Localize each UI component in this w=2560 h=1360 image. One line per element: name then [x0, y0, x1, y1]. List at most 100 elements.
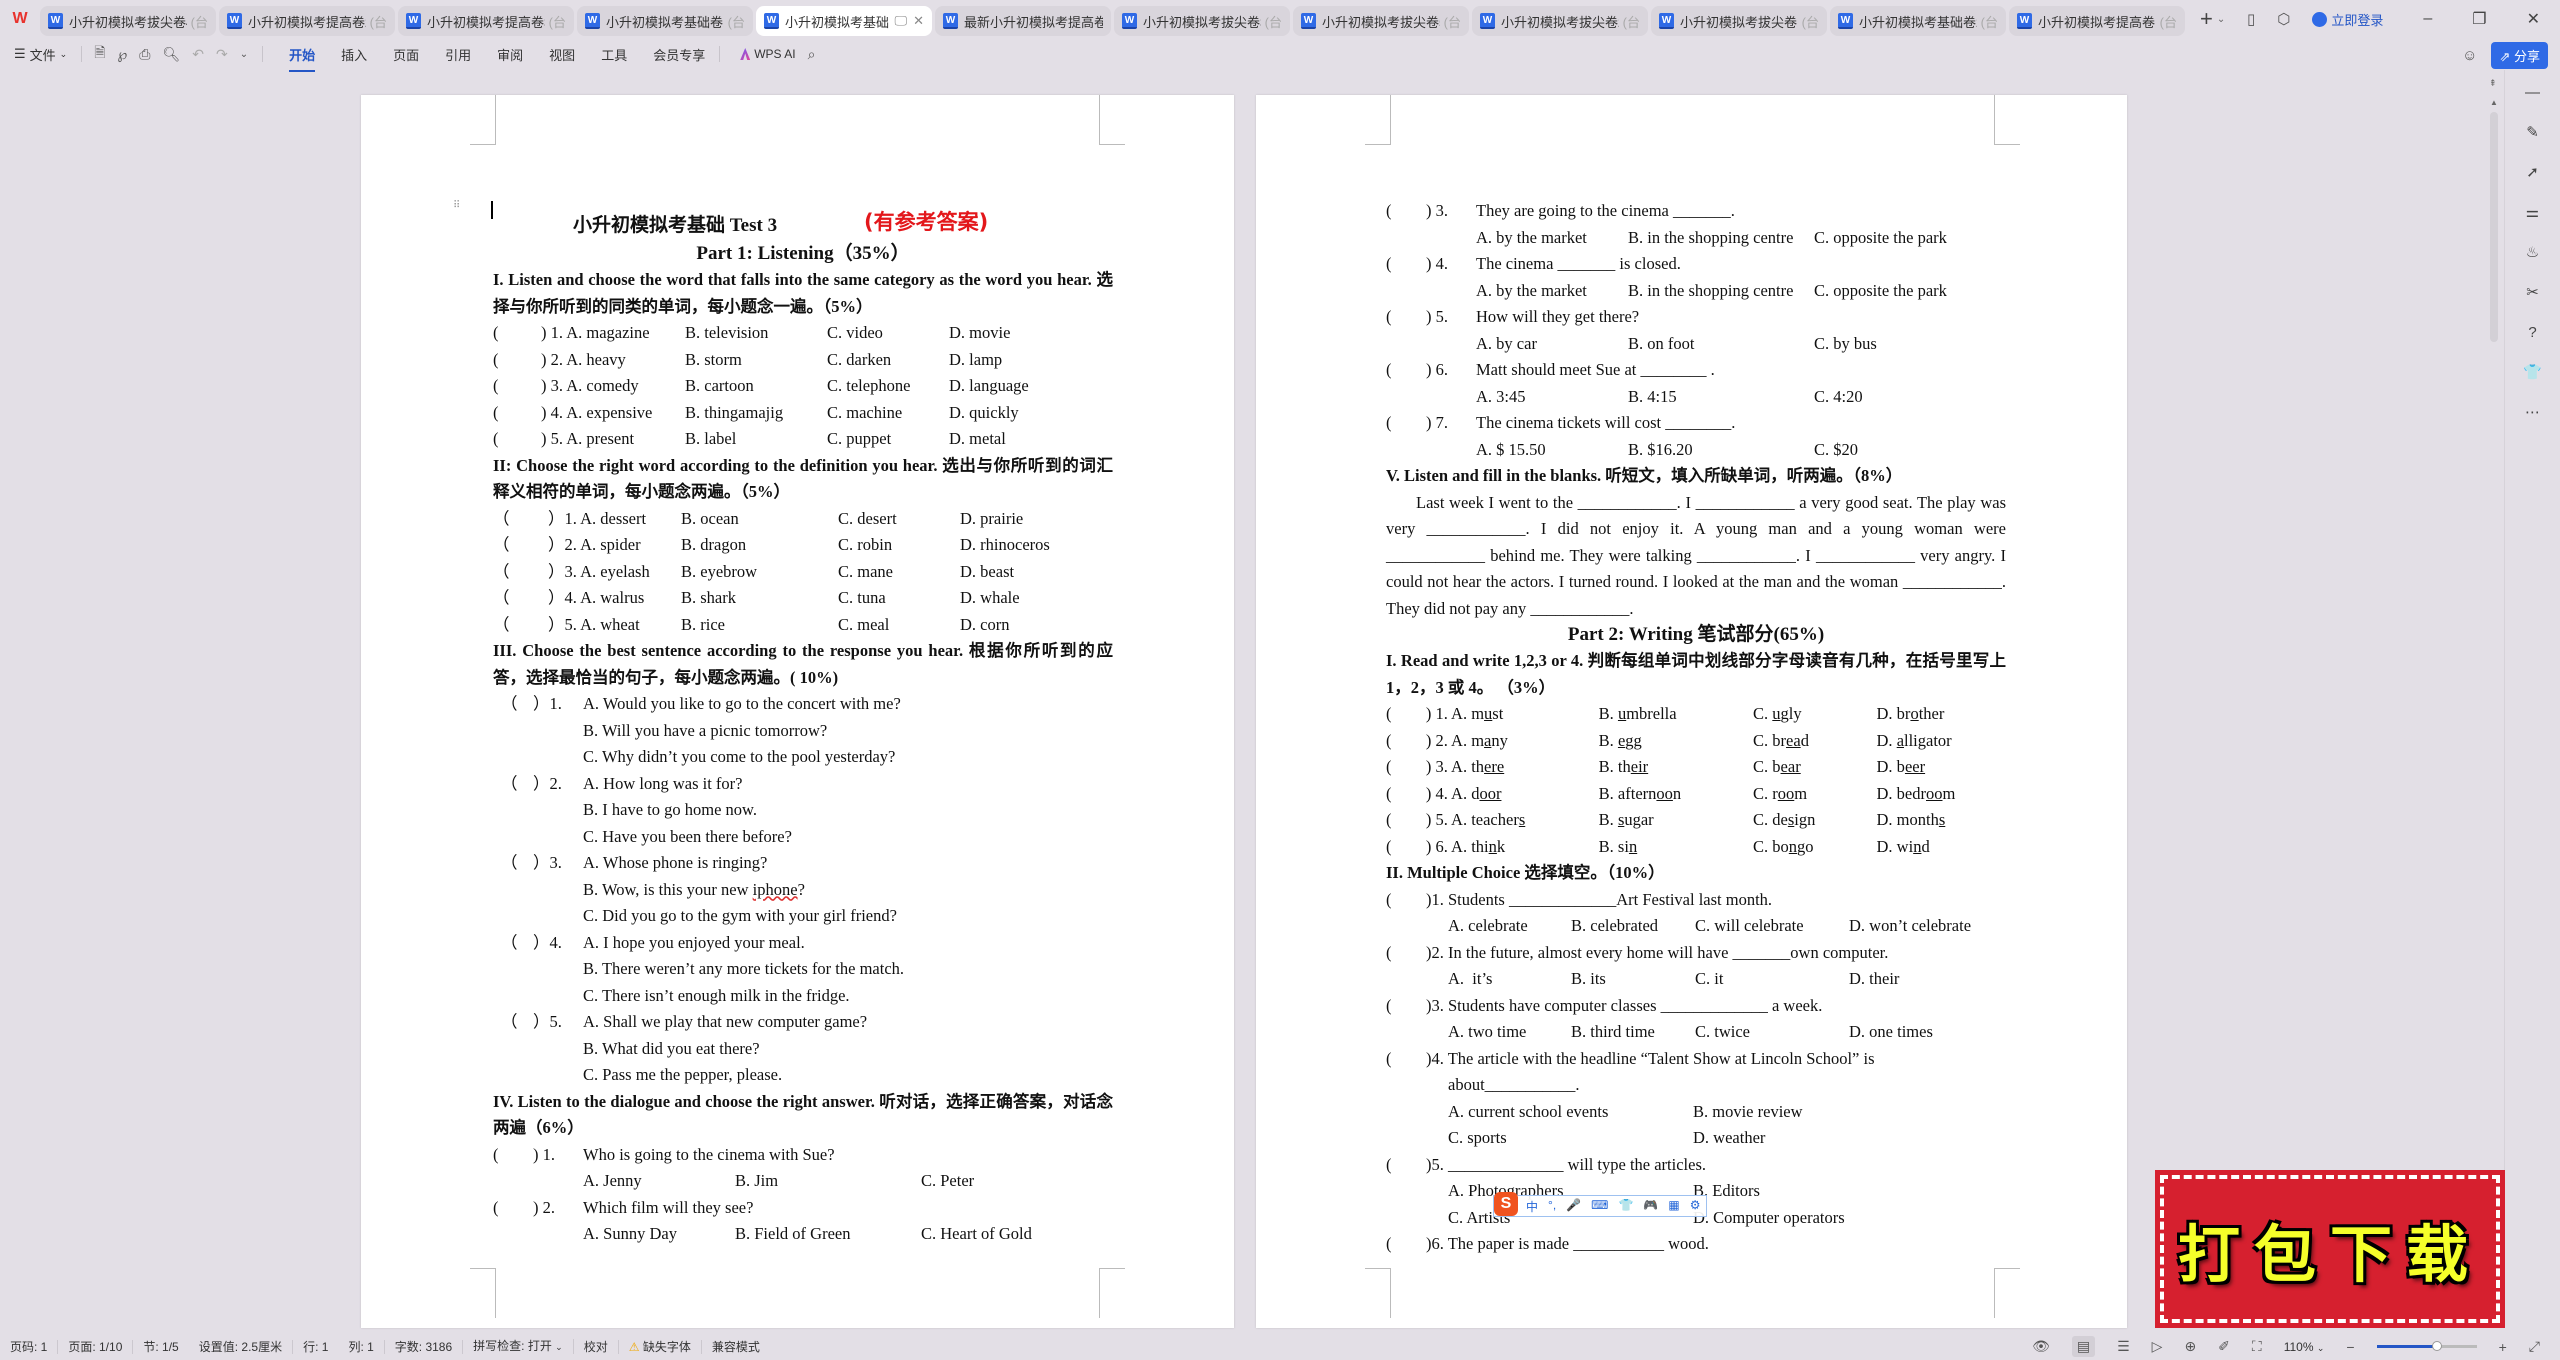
- save-icon[interactable]: 🗎: [94, 42, 105, 66]
- status-setting[interactable]: 设置值: 2.5厘米: [189, 1339, 294, 1354]
- ime-tool-icon[interactable]: 👕: [1618, 1198, 1633, 1215]
- document-page-1[interactable]: ⠿ 小升初模拟考基础 Test 3 (有参考答案) Part 1: Listen…: [361, 95, 1234, 1328]
- fit-page-icon[interactable]: ⛶: [2252, 1338, 2262, 1355]
- web-view-icon[interactable]: ⊕: [2184, 1338, 2196, 1355]
- ime-tool-icon[interactable]: ⌨: [1591, 1198, 1608, 1215]
- ime-tool-icon[interactable]: 🎮: [1643, 1198, 1658, 1215]
- page-view-icon[interactable]: ▤: [2071, 1336, 2096, 1357]
- ime-toolbar[interactable]: S 中 °, 🎤 ⌨ 👕 🎮 ▦ ⚙: [1493, 1192, 1708, 1217]
- tab-document[interactable]: W 最新小升初模拟考提高卷: [935, 6, 1111, 36]
- tab-document[interactable]: W 小升初模拟考基础 🖵 ✕: [756, 6, 932, 36]
- tab-document[interactable]: W 小升初模拟考基础卷1 (台: [577, 6, 753, 36]
- skin-icon[interactable]: 👕: [2523, 362, 2543, 382]
- sogou-ime-logo-icon[interactable]: S: [1494, 1192, 1518, 1216]
- answer-bracket[interactable]: (: [1386, 198, 1426, 225]
- answer-bracket[interactable]: (: [493, 426, 541, 453]
- vertical-scrollbar[interactable]: [2490, 112, 2498, 342]
- outline-view-icon[interactable]: ☰: [2117, 1338, 2130, 1355]
- login-button[interactable]: 立即登录: [2312, 10, 2383, 29]
- drag-handle-icon[interactable]: ⠿: [453, 201, 460, 211]
- close-window-button[interactable]: ✕: [2527, 9, 2540, 29]
- spell-check-toggle[interactable]: 拼写检查: 打开 ⌄: [463, 1339, 574, 1354]
- missing-font-button[interactable]: ⚠ 缺失字体: [619, 1339, 702, 1354]
- menu-tab[interactable]: 会员专享: [653, 45, 705, 64]
- eye-protection-icon[interactable]: 👁: [2032, 1338, 2050, 1355]
- edit-pen-icon[interactable]: ✎: [2523, 122, 2543, 142]
- ime-tool-icon[interactable]: ⚙: [1690, 1198, 1701, 1215]
- minimize-button[interactable]: –: [2423, 10, 2432, 28]
- more-quick-actions-icon[interactable]: ⌄: [240, 49, 248, 60]
- zoom-slider[interactable]: [2376, 1341, 2477, 1351]
- zoom-level[interactable]: 110% ⌄: [2284, 1340, 2325, 1354]
- ime-tool-icon[interactable]: 🎤: [1566, 1198, 1581, 1215]
- answer-bracket[interactable]: （: [493, 691, 533, 718]
- tab-document[interactable]: W 小升初模拟考拔尖卷4 (台: [40, 6, 216, 36]
- restore-button[interactable]: ❐: [2472, 9, 2486, 29]
- misspelled-word[interactable]: iphone: [753, 877, 798, 904]
- answer-bracket[interactable]: (: [1386, 834, 1426, 861]
- status-word-count[interactable]: 字数: 3186: [385, 1339, 464, 1354]
- document-page-2[interactable]: () 3. They are going to the cinema ______…: [1256, 95, 2127, 1328]
- collapse-icon[interactable]: —: [2523, 82, 2543, 102]
- status-section[interactable]: 节: 1/5: [133, 1340, 188, 1354]
- answer-bracket[interactable]: (: [1386, 357, 1426, 384]
- style-icon[interactable]: ♨: [2523, 242, 2543, 262]
- menu-tab[interactable]: 审阅: [497, 45, 523, 64]
- tab-document[interactable]: W 小升初模拟考拔尖卷2 (台: [1472, 6, 1648, 36]
- ime-tool-icon[interactable]: ▦: [1668, 1198, 1679, 1215]
- answer-bracket[interactable]: (: [1386, 304, 1426, 331]
- tab-document[interactable]: W 小升初模拟考拔尖卷1 (台: [1651, 6, 1827, 36]
- answer-bracket[interactable]: （: [493, 506, 548, 533]
- wps-logo-icon[interactable]: W: [0, 0, 40, 38]
- file-menu[interactable]: ☰ 文件 ⌄: [14, 45, 67, 64]
- share-button[interactable]: ⇗ 分享: [2491, 42, 2548, 69]
- answer-bracket[interactable]: （: [493, 771, 533, 798]
- pen-icon[interactable]: ✐: [2218, 1338, 2230, 1355]
- tab-document[interactable]: W 小升初模拟考拔尖卷5 (台: [1293, 6, 1469, 36]
- close-tab-icon[interactable]: ✕: [913, 13, 924, 29]
- answer-bracket[interactable]: （: [493, 1009, 533, 1036]
- answer-bracket[interactable]: （: [493, 559, 548, 586]
- tablet-mode-icon[interactable]: ▯: [2247, 10, 2255, 28]
- comment-icon[interactable]: ☺: [2462, 47, 2477, 64]
- status-pages[interactable]: 页面: 1/10: [58, 1339, 134, 1354]
- print-preview-icon[interactable]: 🔍︎: [162, 46, 180, 63]
- tab-document[interactable]: W 小升初模拟考提高卷3 (台: [398, 6, 574, 36]
- download-package-banner[interactable]: 打包下载: [2155, 1170, 2505, 1328]
- answer-bracket[interactable]: （: [493, 930, 533, 957]
- tab-document[interactable]: W 小升初模拟考拔尖卷3 (台: [1114, 6, 1290, 36]
- undo-icon[interactable]: ↶: [192, 46, 204, 63]
- answer-bracket[interactable]: (: [493, 400, 541, 427]
- answer-bracket[interactable]: （: [493, 850, 533, 877]
- redo-icon[interactable]: ↷: [216, 46, 228, 63]
- answer-bracket[interactable]: (: [1386, 940, 1426, 967]
- ime-tool-icon[interactable]: °,: [1548, 1198, 1556, 1215]
- menu-tab[interactable]: 开始: [289, 45, 316, 72]
- answer-bracket[interactable]: (: [1386, 1152, 1426, 1179]
- scroll-up-arrow[interactable]: ▲: [2490, 98, 2498, 107]
- box-icon[interactable]: ⬡: [2277, 10, 2290, 28]
- export-icon[interactable]: ℘: [117, 46, 127, 63]
- answer-bracket[interactable]: (: [1386, 807, 1426, 834]
- print-icon[interactable]: ⎙: [139, 46, 150, 63]
- status-page-number[interactable]: 页码: 1: [0, 1339, 59, 1354]
- tools-icon[interactable]: ✂: [2523, 282, 2543, 302]
- answer-bracket[interactable]: (: [1386, 1046, 1426, 1073]
- answer-bracket[interactable]: (: [1386, 251, 1426, 278]
- menu-tab[interactable]: 视图: [549, 45, 575, 64]
- answer-bracket[interactable]: (: [1386, 728, 1426, 755]
- play-icon[interactable]: ▷: [2152, 1338, 2163, 1355]
- answer-bracket[interactable]: （: [493, 585, 548, 612]
- answer-bracket[interactable]: (: [493, 1142, 533, 1169]
- answer-bracket[interactable]: (: [1386, 887, 1426, 914]
- proofread-button[interactable]: 校对: [574, 1339, 619, 1354]
- menu-tab[interactable]: 插入: [341, 45, 367, 64]
- new-tab-button[interactable]: +: [2200, 6, 2213, 32]
- menu-tab[interactable]: 页面: [393, 45, 419, 64]
- answer-bracket[interactable]: (: [1386, 754, 1426, 781]
- tab-document[interactable]: W 小升初模拟考提高卷2 (台: [219, 6, 395, 36]
- answer-bracket[interactable]: (: [493, 347, 541, 374]
- help-icon[interactable]: ?: [2523, 322, 2543, 342]
- select-arrow-icon[interactable]: ➚: [2523, 162, 2543, 182]
- answer-bracket[interactable]: (: [1386, 993, 1426, 1020]
